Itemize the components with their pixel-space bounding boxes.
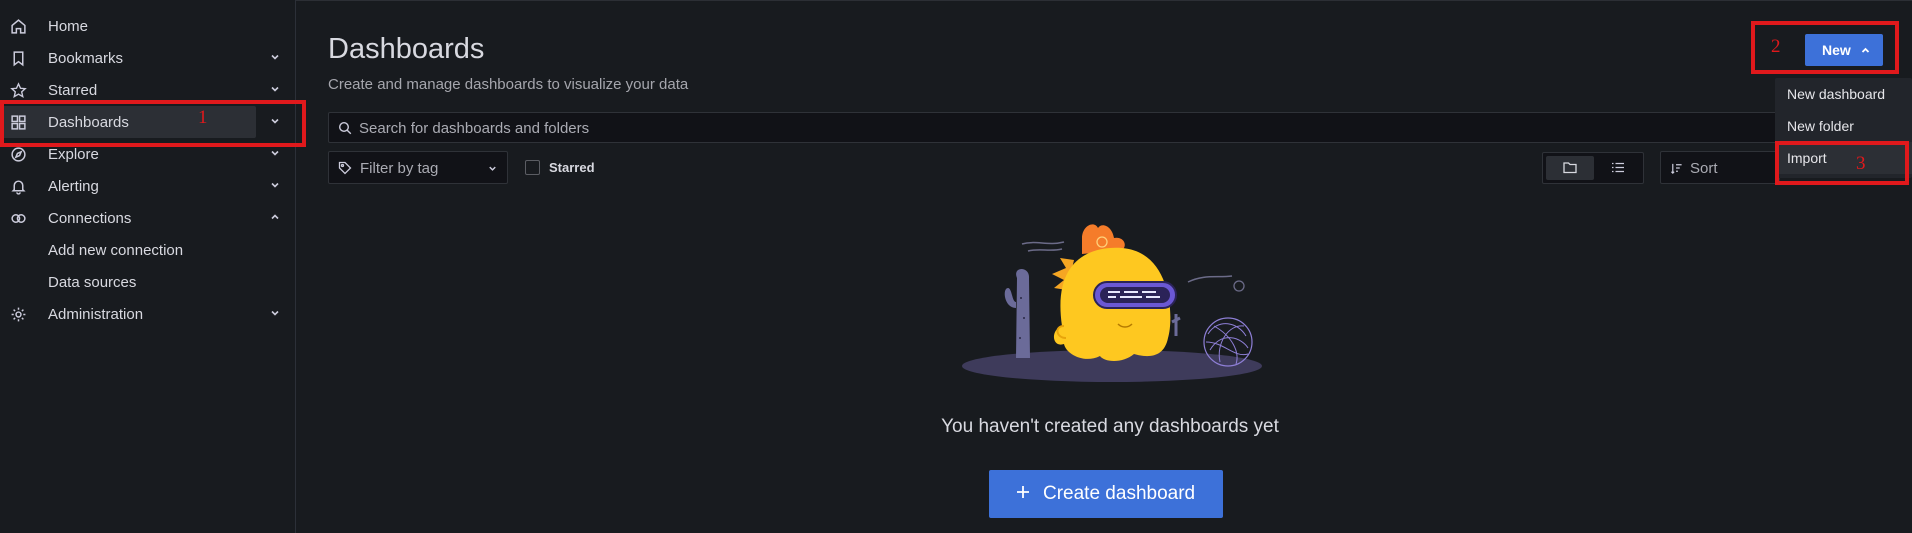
chevron-down-icon[interactable]: [269, 179, 281, 191]
bookmark-icon: [13, 51, 24, 67]
search-icon: [338, 121, 352, 135]
starred-label[interactable]: Starred: [549, 160, 595, 175]
star-icon: [10, 82, 27, 98]
annotation-box-3: [1775, 141, 1909, 185]
sidebar-subitem-add-new-connection[interactable]: Add new connection: [48, 242, 183, 259]
sidebar-item-bookmarks[interactable]: Bookmarks: [0, 42, 295, 74]
tag-filter-select[interactable]: Filter by tag: [328, 151, 508, 184]
sidebar-item-label: Explore: [48, 146, 99, 163]
sidebar-item-label: Home: [48, 18, 89, 35]
sidebar-item-label: Starred: [48, 82, 98, 99]
chevron-up-icon[interactable]: [269, 211, 281, 223]
chevron-down-icon[interactable]: [269, 147, 281, 159]
chevron-down-icon[interactable]: [269, 307, 281, 319]
chevron-down-icon[interactable]: [269, 51, 281, 63]
empty-state-text: You haven't created any dashboards yet: [941, 416, 1279, 437]
menu-item-new-dashboard[interactable]: New dashboard: [1787, 86, 1885, 102]
gear-icon: [11, 307, 26, 322]
sidebar-item-label: Connections: [48, 210, 132, 227]
compass-icon: [11, 147, 26, 162]
link-icon: [11, 214, 26, 223]
list-view-button[interactable]: [1594, 156, 1642, 180]
sidebar-item-label: Alerting: [48, 178, 99, 195]
create-dashboard-button[interactable]: Create dashboard: [989, 470, 1223, 518]
sidebar-item-home[interactable]: Home: [0, 10, 295, 42]
chevron-down-icon: [489, 166, 496, 171]
view-toggle: [1542, 152, 1644, 184]
bell-icon: [11, 180, 26, 195]
create-dashboard-label: Create dashboard: [1043, 483, 1196, 504]
sort-icon: [1670, 163, 1682, 174]
sidebar-item-administration[interactable]: Administration: [0, 298, 295, 330]
page-subtitle: Create and manage dashboards to visualiz…: [328, 76, 689, 93]
plus-icon: [1017, 486, 1029, 498]
home-icon: [11, 19, 26, 34]
empty-state-illustration: [962, 224, 1262, 382]
tag-filter-placeholder: Filter by tag: [360, 160, 439, 177]
annotation-number-3: 3: [1856, 153, 1866, 174]
annotation-number-2: 2: [1771, 36, 1781, 57]
empty-state-message: You haven't created any dashboards yet: [296, 416, 1616, 438]
sidebar-item-connections[interactable]: Connections: [0, 202, 295, 234]
list-icon: [1612, 162, 1624, 173]
sort-select[interactable]: Sort: [1660, 151, 1780, 184]
sidebar-item-label: Bookmarks: [48, 50, 124, 67]
annotation-box-1: [0, 100, 306, 147]
menu-item-new-folder[interactable]: New folder: [1787, 118, 1854, 134]
page-title: Dashboards: [328, 33, 485, 65]
starred-checkbox[interactable]: [525, 160, 540, 175]
tag-icon: [338, 161, 352, 175]
folder-view-button[interactable]: [1546, 156, 1594, 180]
sidebar: Home Bookmarks Starred Dashboards Explor…: [0, 0, 296, 533]
sidebar-subitem-data-sources[interactable]: Data sources: [48, 274, 136, 291]
sidebar-item-label: Administration: [48, 306, 144, 323]
main-content: Dashboards Create and manage dashboards …: [296, 0, 1912, 533]
chevron-down-icon[interactable]: [269, 83, 281, 95]
search-placeholder: Search for dashboards and folders: [359, 120, 590, 137]
sidebar-item-alerting[interactable]: Alerting: [0, 170, 295, 202]
folder-icon: [1563, 162, 1577, 174]
sort-label: Sort: [1690, 160, 1718, 177]
search-input[interactable]: Search for dashboards and folders: [328, 112, 1848, 143]
annotation-number-1: 1: [198, 107, 208, 128]
